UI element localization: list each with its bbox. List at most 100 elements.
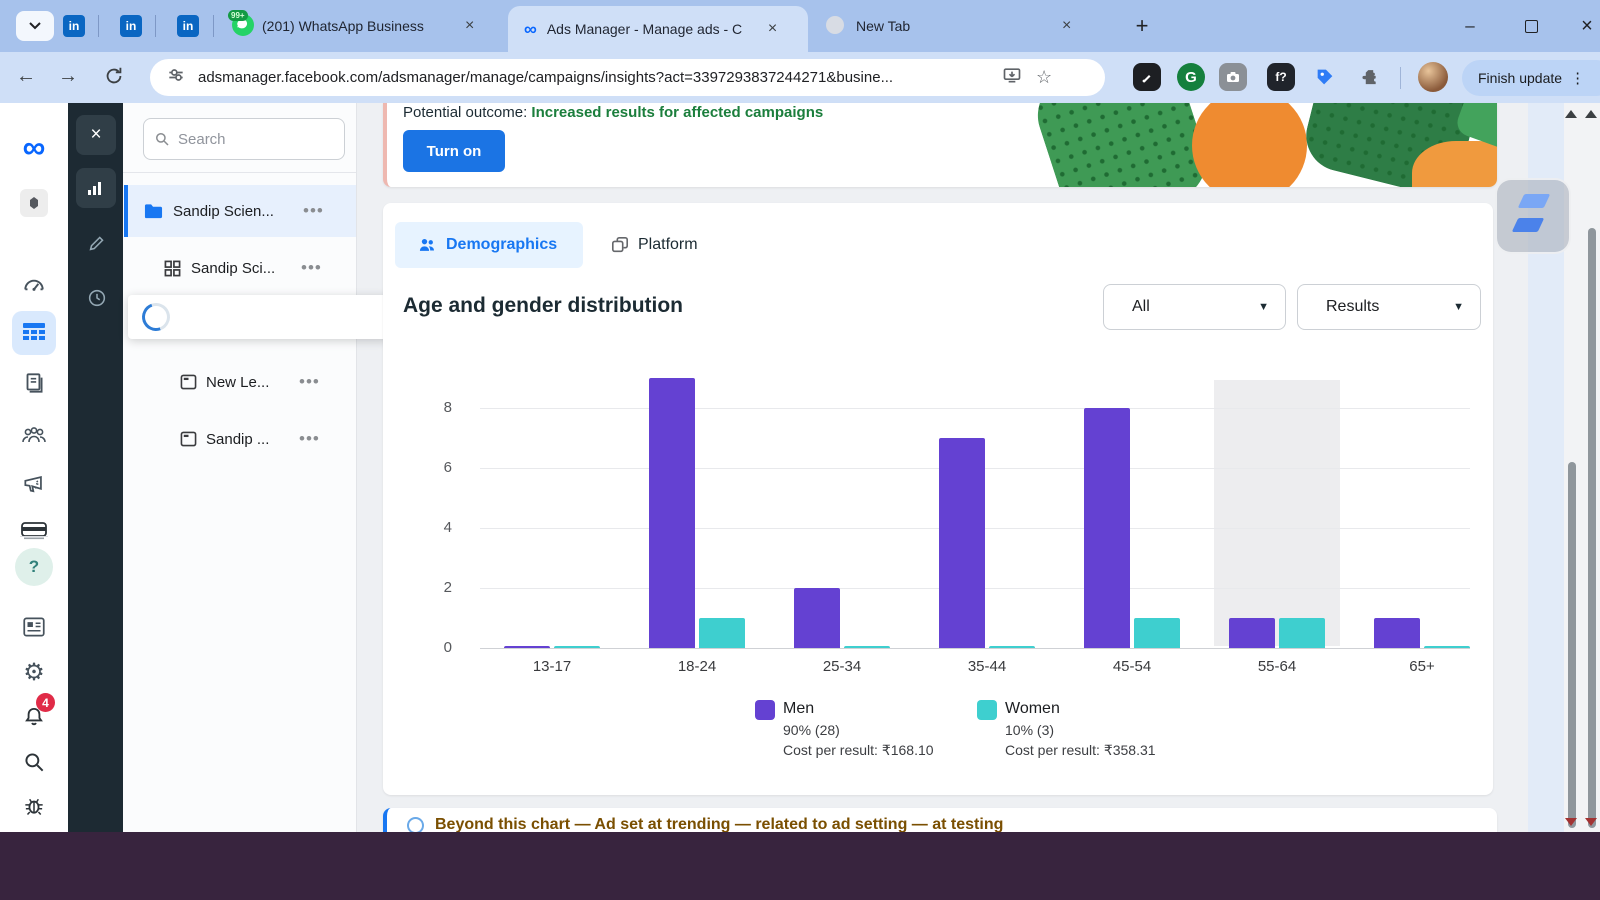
inner-scroll-up-arrow[interactable]	[1565, 110, 1577, 118]
site-settings-icon[interactable]	[166, 65, 186, 90]
turn-on-button[interactable]: Turn on	[403, 130, 505, 172]
folder-icon	[144, 203, 163, 219]
row-menu-kebab-icon[interactable]: •••	[303, 201, 324, 221]
bar-women-55-64[interactable]	[1279, 618, 1325, 648]
campaign-row-selected[interactable]: Sandip Scien... •••	[124, 185, 356, 237]
browser-menu-kebab-icon[interactable]: ⋮	[1570, 69, 1585, 87]
adset-group-row[interactable]: Sandip Sci... •••	[124, 244, 356, 292]
men-swatch-icon	[755, 700, 775, 720]
url-text[interactable]: adsmanager.facebook.com/adsmanager/manag…	[198, 69, 998, 86]
window-close-button[interactable]: ×	[1572, 12, 1600, 40]
extensions-puzzle-icon[interactable]	[1357, 63, 1385, 91]
ad-row[interactable]: Sandip ... •••	[124, 415, 356, 463]
page-scrollbar-thumb[interactable]	[1588, 228, 1596, 828]
business-logo[interactable]	[14, 183, 54, 223]
sidebar-item-overview[interactable]	[14, 265, 54, 305]
tab-new-tab[interactable]: New Tab ×	[820, 8, 1110, 44]
ad-label: Sandip ...	[206, 431, 299, 448]
tab-close-icon[interactable]: ×	[1062, 18, 1071, 34]
pen-extension-icon[interactable]	[1133, 63, 1161, 91]
bar-men-45-54[interactable]	[1084, 408, 1130, 648]
tab-close-icon[interactable]: ×	[768, 21, 777, 37]
metric-dropdown[interactable]: Results ▼	[1297, 284, 1481, 330]
megaphone-icon	[21, 470, 47, 496]
tab-platform[interactable]: Platform	[601, 222, 731, 268]
legend-women-cost: Cost per result: ₹358.31	[1005, 742, 1156, 759]
profile-avatar[interactable]	[1418, 62, 1448, 92]
inner-scroll-down-arrow[interactable]	[1565, 818, 1577, 826]
address-bar[interactable]: adsmanager.facebook.com/adsmanager/manag…	[150, 59, 1105, 96]
history-tool-button[interactable]	[86, 287, 108, 314]
edit-tool-button[interactable]	[86, 232, 108, 259]
documents-icon	[21, 370, 47, 396]
back-button[interactable]: ←	[16, 65, 36, 88]
font-extension-icon[interactable]: f?	[1267, 63, 1295, 91]
camera-extension-icon[interactable]	[1219, 63, 1247, 91]
row-menu-kebab-icon[interactable]: •••	[299, 372, 320, 392]
window-minimize-button[interactable]: –	[1455, 12, 1485, 40]
sidebar-item-pages[interactable]	[14, 363, 54, 403]
pinned-tab-linkedin-2[interactable]: in	[120, 15, 142, 37]
sidebar-item-reports[interactable]	[14, 607, 54, 647]
sidebar-search-button[interactable]	[14, 742, 54, 782]
forward-button[interactable]: →	[58, 65, 78, 88]
row-menu-kebab-icon[interactable]: •••	[299, 429, 320, 449]
finish-update-button[interactable]: Finish update ⋮	[1462, 60, 1600, 96]
search-input[interactable]	[143, 118, 345, 160]
chevron-down-icon: ▼	[1453, 301, 1464, 313]
page-scroll-down-arrow[interactable]	[1585, 818, 1597, 826]
settings-gear-icon[interactable]: ⚙	[14, 652, 54, 692]
bar-women-13-17[interactable]	[554, 646, 600, 648]
ad-row[interactable]: New Le... •••	[124, 358, 356, 406]
sidebar-item-billing[interactable]	[14, 510, 54, 550]
charts-tool-button[interactable]	[76, 168, 116, 208]
bar-men-13-17[interactable]	[504, 646, 550, 648]
sidebar-item-ads-promo[interactable]	[14, 463, 54, 503]
pinned-tab-linkedin-1[interactable]: in	[63, 15, 85, 37]
bookmark-star-icon[interactable]: ☆	[1036, 67, 1052, 88]
page-scroll-up-arrow[interactable]	[1585, 110, 1597, 118]
pinned-tab-linkedin-3[interactable]: in	[177, 15, 199, 37]
bar-women-35-44[interactable]	[989, 646, 1035, 648]
screen-capture-widget[interactable]	[1495, 178, 1571, 254]
window-restore-button[interactable]	[1516, 12, 1546, 40]
capture-logo-icon	[1512, 218, 1545, 232]
bar-women-65+[interactable]	[1424, 646, 1470, 648]
bar-men-55-64[interactable]	[1229, 618, 1275, 648]
sidebar-item-campaigns-selected[interactable]	[12, 311, 56, 355]
notifications-badge: 4	[36, 693, 55, 712]
meta-logo[interactable]: ∞	[14, 127, 54, 167]
report-bug-button[interactable]	[14, 786, 54, 826]
tab-platform-label: Platform	[638, 236, 698, 254]
tab-whatsapp-business[interactable]: 99+ (201) WhatsApp Business ×	[228, 8, 503, 44]
tab-close-icon[interactable]: ×	[465, 18, 474, 34]
send-to-device-icon[interactable]	[1002, 65, 1022, 90]
campaign-search[interactable]	[143, 118, 345, 160]
reload-button[interactable]	[103, 65, 125, 92]
tab-demographics[interactable]: Demographics	[395, 222, 583, 268]
tab-search-button[interactable]	[16, 11, 54, 41]
grid-icon	[164, 260, 181, 277]
grammarly-extension-icon[interactable]: G	[1177, 63, 1205, 91]
campaigns-table-icon	[22, 322, 46, 344]
bar-men-65+[interactable]	[1374, 618, 1420, 648]
question-mark-icon: ?	[29, 557, 39, 577]
bar-men-18-24[interactable]	[649, 378, 695, 648]
content-scrollbar-thumb[interactable]	[1568, 462, 1576, 828]
bar-men-25-34[interactable]	[794, 588, 840, 648]
breakdown-dropdown[interactable]: All ▼	[1103, 284, 1286, 330]
notifications-bell[interactable]: 4	[14, 697, 54, 737]
tag-extension-icon[interactable]	[1311, 63, 1339, 91]
help-button[interactable]: ?	[15, 548, 53, 586]
sidebar-divider	[20, 536, 48, 537]
sidebar-item-audiences[interactable]	[14, 415, 54, 455]
bar-women-25-34[interactable]	[844, 646, 890, 648]
close-panel-button[interactable]: ×	[76, 115, 116, 155]
tab-ads-manager-active[interactable]: ∞ Ads Manager - Manage ads - C ×	[508, 6, 808, 52]
bar-women-18-24[interactable]	[699, 618, 745, 648]
row-menu-kebab-icon[interactable]: •••	[301, 258, 322, 278]
chart-title: Age and gender distribution	[403, 294, 683, 318]
bar-men-35-44[interactable]	[939, 438, 985, 648]
bar-women-45-54[interactable]	[1134, 618, 1180, 648]
new-tab-button[interactable]: +	[1128, 12, 1156, 40]
